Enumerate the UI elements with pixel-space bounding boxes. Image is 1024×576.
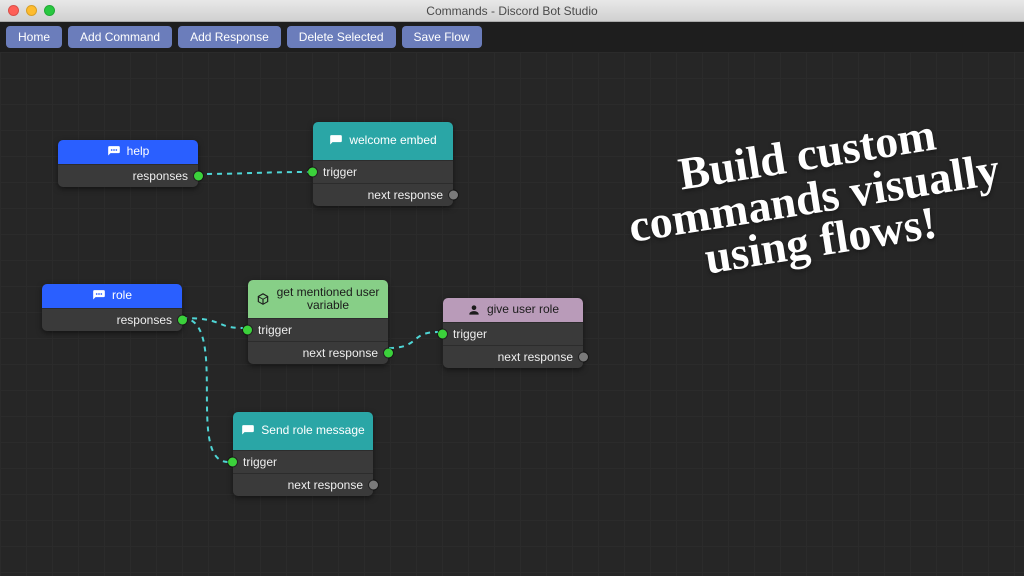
chat-bubble-icon xyxy=(241,424,255,438)
node-title: role xyxy=(112,289,132,302)
input-port-icon[interactable] xyxy=(243,326,252,335)
port-responses[interactable]: responses xyxy=(58,164,198,187)
output-port-icon[interactable] xyxy=(384,349,393,358)
window-titlebar: Commands - Discord Bot Studio xyxy=(0,0,1024,22)
node-header[interactable]: help xyxy=(58,140,198,164)
edge-var-to-give xyxy=(389,332,438,348)
port-label: next response xyxy=(288,478,363,492)
node-header[interactable]: give user role xyxy=(443,298,583,322)
delete-selected-button[interactable]: Delete Selected xyxy=(287,26,396,48)
port-next-response[interactable]: next response xyxy=(233,473,373,496)
port-label: trigger xyxy=(243,455,277,469)
output-port-icon[interactable] xyxy=(194,172,203,181)
output-port-icon[interactable] xyxy=(178,316,187,325)
close-window-button[interactable] xyxy=(8,5,19,16)
chat-bubble-icon xyxy=(107,145,121,159)
port-responses[interactable]: responses xyxy=(42,308,182,331)
input-port-icon[interactable] xyxy=(438,330,447,339)
output-port-icon[interactable] xyxy=(449,191,458,200)
node-header[interactable]: role xyxy=(42,284,182,308)
port-trigger[interactable]: trigger xyxy=(233,450,373,473)
window-title: Commands - Discord Bot Studio xyxy=(0,4,1024,18)
add-response-button[interactable]: Add Response xyxy=(178,26,281,48)
port-label: trigger xyxy=(323,165,357,179)
port-next-response[interactable]: next response xyxy=(443,345,583,368)
port-label: responses xyxy=(117,313,172,327)
output-port-icon[interactable] xyxy=(579,353,588,362)
port-trigger[interactable]: trigger xyxy=(313,160,453,183)
home-button[interactable]: Home xyxy=(6,26,62,48)
port-label: next response xyxy=(498,350,573,364)
person-icon xyxy=(467,303,481,317)
toolbar: Home Add Command Add Response Delete Sel… xyxy=(0,22,1024,52)
minimize-window-button[interactable] xyxy=(26,5,37,16)
edge-help-to-welcome xyxy=(197,172,308,174)
input-port-icon[interactable] xyxy=(228,458,237,467)
node-header[interactable]: welcome embed xyxy=(313,122,453,160)
node-header[interactable]: get mentioned user variable xyxy=(248,280,388,318)
output-port-icon[interactable] xyxy=(369,481,378,490)
node-title: give user role xyxy=(487,303,559,316)
chat-bubble-icon xyxy=(92,289,106,303)
node-title: get mentioned user variable xyxy=(276,286,380,312)
save-flow-button[interactable]: Save Flow xyxy=(402,26,482,48)
port-label: responses xyxy=(133,169,188,183)
node-send-role-message[interactable]: Send role message trigger next response xyxy=(233,412,373,496)
port-label: next response xyxy=(368,188,443,202)
port-trigger[interactable]: trigger xyxy=(443,322,583,345)
chat-bubble-icon xyxy=(329,134,343,148)
port-next-response[interactable]: next response xyxy=(313,183,453,206)
traffic-lights xyxy=(0,5,55,16)
marketing-overlay-text: Build custom commands visually using flo… xyxy=(586,98,1024,296)
node-title: help xyxy=(127,145,150,158)
port-label: next response xyxy=(303,346,378,360)
node-role[interactable]: role responses xyxy=(42,284,182,331)
port-label: trigger xyxy=(258,323,292,337)
port-trigger[interactable]: trigger xyxy=(248,318,388,341)
node-title: welcome embed xyxy=(349,134,436,147)
node-title: Send role message xyxy=(261,424,364,437)
port-next-response[interactable]: next response xyxy=(248,341,388,364)
cube-icon xyxy=(256,292,270,306)
node-header[interactable]: Send role message xyxy=(233,412,373,450)
add-command-button[interactable]: Add Command xyxy=(68,26,172,48)
input-port-icon[interactable] xyxy=(308,168,317,177)
port-label: trigger xyxy=(453,327,487,341)
edge-role-to-send xyxy=(182,318,228,462)
edge-role-to-var xyxy=(182,318,243,328)
node-give-user-role[interactable]: give user role trigger next response xyxy=(443,298,583,368)
flow-canvas[interactable]: help responses welcome embed trigger nex… xyxy=(0,52,1024,576)
maximize-window-button[interactable] xyxy=(44,5,55,16)
node-get-mentioned-user-variable[interactable]: get mentioned user variable trigger next… xyxy=(248,280,388,364)
node-help[interactable]: help responses xyxy=(58,140,198,187)
node-welcome-embed[interactable]: welcome embed trigger next response xyxy=(313,122,453,206)
